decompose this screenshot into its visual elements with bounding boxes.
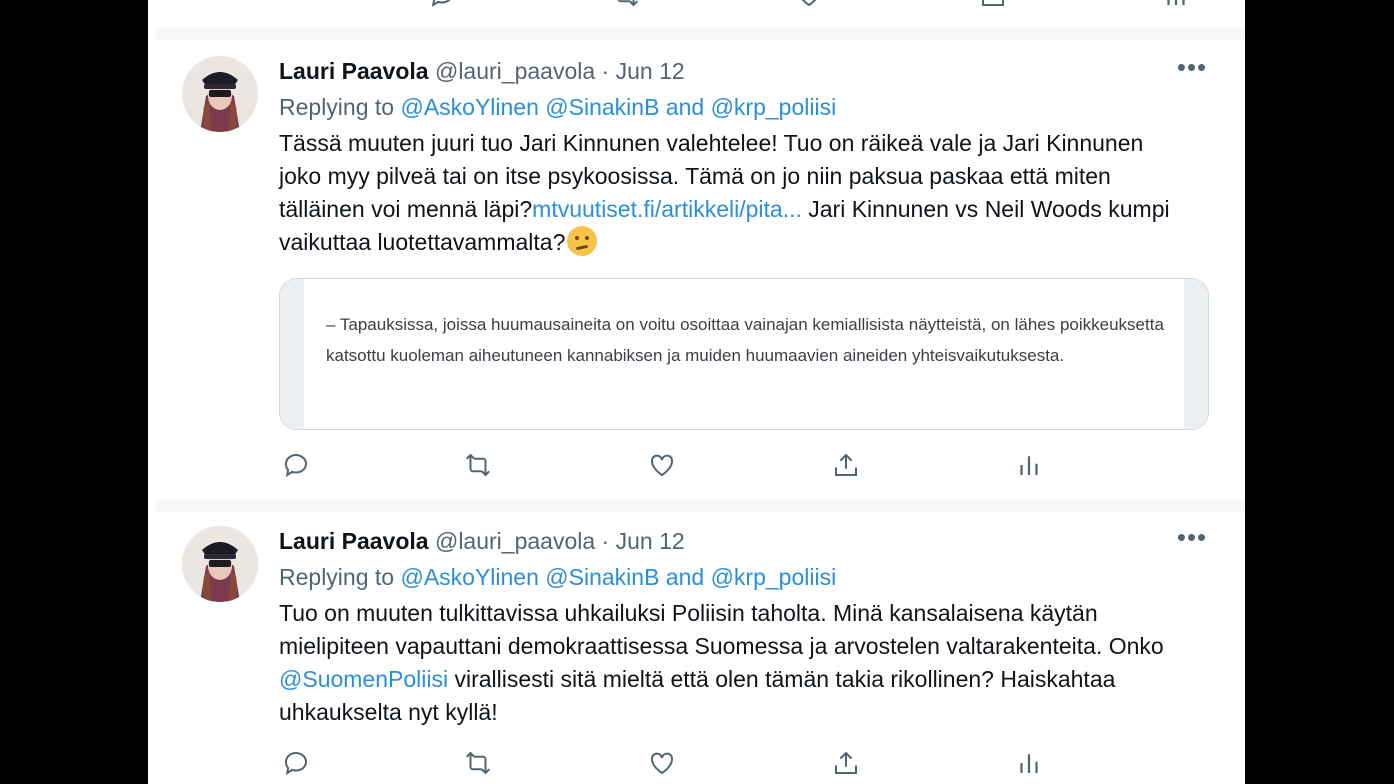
like-icon — [650, 454, 674, 477]
reply-button[interactable] — [425, 0, 459, 12]
separator — [156, 28, 1245, 40]
analytics-button[interactable] — [1159, 0, 1193, 12]
retweet-button[interactable] — [461, 746, 495, 780]
replying-prefix: Replying to — [279, 94, 395, 120]
author-name[interactable]: Lauri Paavola — [279, 58, 429, 84]
like-icon — [801, 0, 817, 7]
mention-suomenpoliisi[interactable]: @SuomenPoliisi — [279, 666, 448, 692]
tweet-date[interactable]: Jun 12 — [616, 58, 685, 84]
tweet-actions — [279, 746, 1039, 780]
retweet-button[interactable] — [609, 0, 643, 12]
mention-sinakinb[interactable]: @SinakinB — [545, 94, 659, 120]
share-button[interactable] — [829, 448, 863, 482]
tweet-date[interactable]: Jun 12 — [616, 528, 685, 554]
tweet-header: Lauri Paavola @lauri_paavola · Jun 12 — [279, 56, 685, 86]
mention-sinakinb[interactable]: @SinakinB — [545, 564, 659, 590]
retweet-icon — [466, 751, 490, 775]
more-options-button[interactable]: ••• — [1176, 54, 1208, 86]
analytics-button[interactable] — [1012, 746, 1046, 780]
share-icon — [982, 0, 1004, 6]
card-margin — [280, 279, 304, 429]
timeline: Lauri Paavola @lauri_paavola · Jun 12 ••… — [148, 0, 1245, 784]
analytics-icon — [1020, 456, 1038, 475]
replying-to: Replying to @AskoYlinen @SinakinB and @k… — [279, 92, 836, 122]
separator — [156, 500, 1245, 512]
share-icon — [835, 453, 857, 476]
replying-and: and — [665, 94, 705, 120]
tweet-text: Tuo on muuten tulkittavissa uhkailuksi P… — [279, 597, 1189, 729]
mention-askoylinen[interactable]: @AskoYlinen — [400, 564, 538, 590]
avatar[interactable] — [182, 56, 258, 132]
analytics-icon — [1020, 754, 1038, 773]
more-options-button[interactable]: ••• — [1176, 524, 1208, 556]
like-button[interactable] — [645, 746, 679, 780]
tweet-link[interactable]: mtvuutiset.fi/artikkeli/pita... — [532, 196, 802, 222]
reply-icon — [285, 454, 307, 478]
retweet-button[interactable] — [461, 448, 495, 482]
retweet-icon — [617, 0, 638, 7]
separator-dot: · — [601, 528, 610, 554]
reply-icon — [285, 752, 307, 776]
author-handle[interactable]: @lauri_paavola — [435, 58, 595, 84]
replying-to: Replying to @AskoYlinen @SinakinB and @k… — [279, 562, 836, 592]
like-button[interactable] — [645, 448, 679, 482]
like-icon — [650, 752, 674, 775]
reply-button[interactable] — [279, 746, 313, 780]
reply-button[interactable] — [279, 448, 313, 482]
author-name[interactable]: Lauri Paavola — [279, 528, 429, 554]
retweet-icon — [466, 453, 490, 477]
share-button[interactable] — [976, 0, 1010, 12]
previous-tweet-actions — [279, 0, 1185, 12]
link-card[interactable]: – Tapauksissa, joissa huumausaineita on … — [279, 278, 1209, 430]
analytics-button[interactable] — [1012, 448, 1046, 482]
analytics-icon — [1167, 0, 1185, 5]
separator-dot: · — [601, 58, 610, 84]
mention-askoylinen[interactable]: @AskoYlinen — [400, 94, 538, 120]
avatar[interactable] — [182, 526, 258, 602]
tweet[interactable]: Lauri Paavola @lauri_paavola · Jun 12 ••… — [148, 524, 1245, 784]
card-margin — [1184, 279, 1208, 429]
replying-and: and — [665, 564, 705, 590]
replying-prefix: Replying to — [279, 564, 395, 590]
like-button[interactable] — [792, 0, 826, 12]
card-text: – Tapauksissa, joissa huumausaineita on … — [326, 315, 1164, 365]
tweet-actions — [279, 448, 1039, 482]
tweet[interactable]: Lauri Paavola @lauri_paavola · Jun 12 ••… — [148, 54, 1245, 500]
tweet-header: Lauri Paavola @lauri_paavola · Jun 12 — [279, 526, 685, 556]
tweet-text-part: Tuo on muuten tulkittavissa uhkailuksi P… — [279, 600, 1164, 659]
share-icon — [835, 751, 857, 774]
author-handle[interactable]: @lauri_paavola — [435, 528, 595, 554]
reply-icon — [431, 0, 451, 8]
share-button[interactable] — [829, 746, 863, 780]
mention-krp-poliisi[interactable]: @krp_poliisi — [711, 564, 837, 590]
tweet-text: Tässä muuten juuri tuo Jari Kinnunen val… — [279, 127, 1189, 259]
mention-krp-poliisi[interactable]: @krp_poliisi — [711, 94, 837, 120]
thinking-face-icon — [567, 226, 598, 256]
